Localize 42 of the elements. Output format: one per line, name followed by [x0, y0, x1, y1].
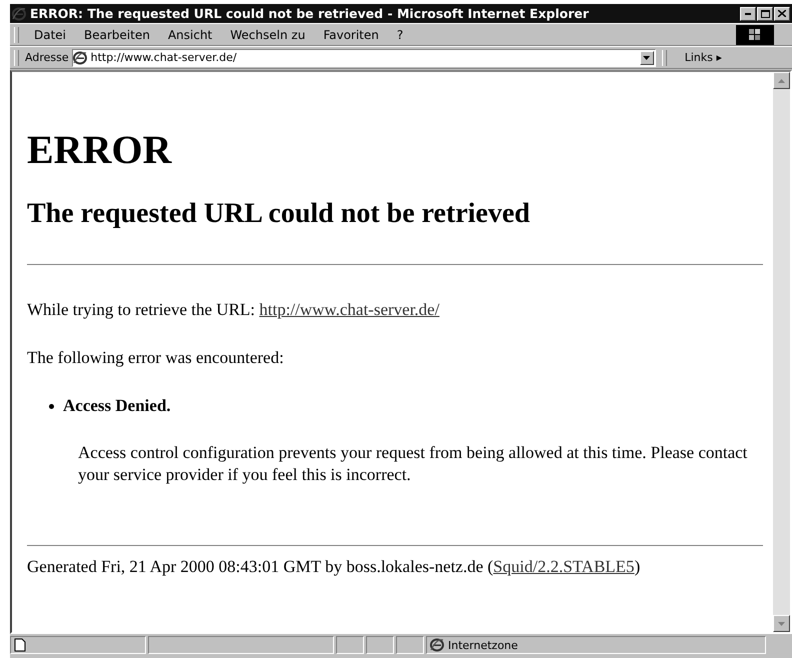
browser-icon	[12, 6, 26, 20]
status-pane	[336, 636, 364, 654]
menu-item[interactable]: ?	[388, 28, 412, 42]
links-button[interactable]: Links ▸	[684, 51, 722, 64]
caret-icon	[643, 56, 650, 60]
menu-item[interactable]: Datei	[25, 28, 76, 42]
close-button[interactable]	[774, 6, 790, 20]
address-label: Adresse	[25, 51, 69, 64]
minimize-icon	[745, 12, 751, 14]
menu-item[interactable]: Favoriten	[314, 28, 388, 42]
zone-label: Internetzone	[448, 638, 518, 652]
status-pane	[396, 636, 424, 654]
error-description: Access control configuration prevents your request from being allowed at this time. Please contact your service provider if you feel this is incorrect.	[78, 442, 748, 486]
url-link[interactable]: http://www.chat-server.de/	[259, 300, 440, 319]
maximize-icon	[760, 10, 770, 18]
dropdown-button[interactable]	[640, 50, 654, 64]
page-icon	[14, 638, 26, 652]
squid-link[interactable]: Squid/2.2.STABLE5	[493, 557, 634, 576]
url-paragraph: While trying to retrieve the URL: http://www.chat-server.de/	[27, 299, 440, 321]
menu-item[interactable]: Bearbeiten	[75, 28, 159, 42]
windows-logo-icon	[736, 24, 774, 44]
globe-icon	[430, 638, 444, 652]
address-field[interactable]: http://www.chat-server.de/	[72, 48, 656, 66]
up-arrow-icon	[778, 78, 785, 82]
error-subheading: The requested URL could not be retrieved	[27, 198, 531, 230]
error-title: Access Denied.	[63, 396, 171, 416]
scroll-down-button[interactable]	[773, 615, 790, 632]
menu-item[interactable]: Ansicht	[158, 28, 222, 42]
footer-text: Generated Fri, 21 Apr 2000 08:43:01 GMT by boss.lokales-netz.de (Squid/2.2.STABLE5)	[27, 556, 642, 578]
bullet-icon	[49, 404, 54, 408]
maximize-button[interactable]	[757, 6, 773, 20]
down-arrow-icon	[778, 622, 785, 626]
menu-item[interactable]: Wechseln zu	[221, 28, 314, 42]
scroll-up-button[interactable]	[773, 72, 790, 89]
minimize-button[interactable]	[740, 6, 756, 20]
status-pane	[366, 636, 394, 654]
close-icon	[778, 10, 786, 17]
error-heading: ERROR	[27, 127, 173, 173]
window-title: ERROR: The requested URL could not be retrieved - Microsoft Internet Explorer	[30, 6, 590, 21]
scrollbar[interactable]	[773, 72, 790, 632]
error-intro: The following error was encountered:	[27, 347, 285, 369]
page-icon	[72, 50, 87, 64]
